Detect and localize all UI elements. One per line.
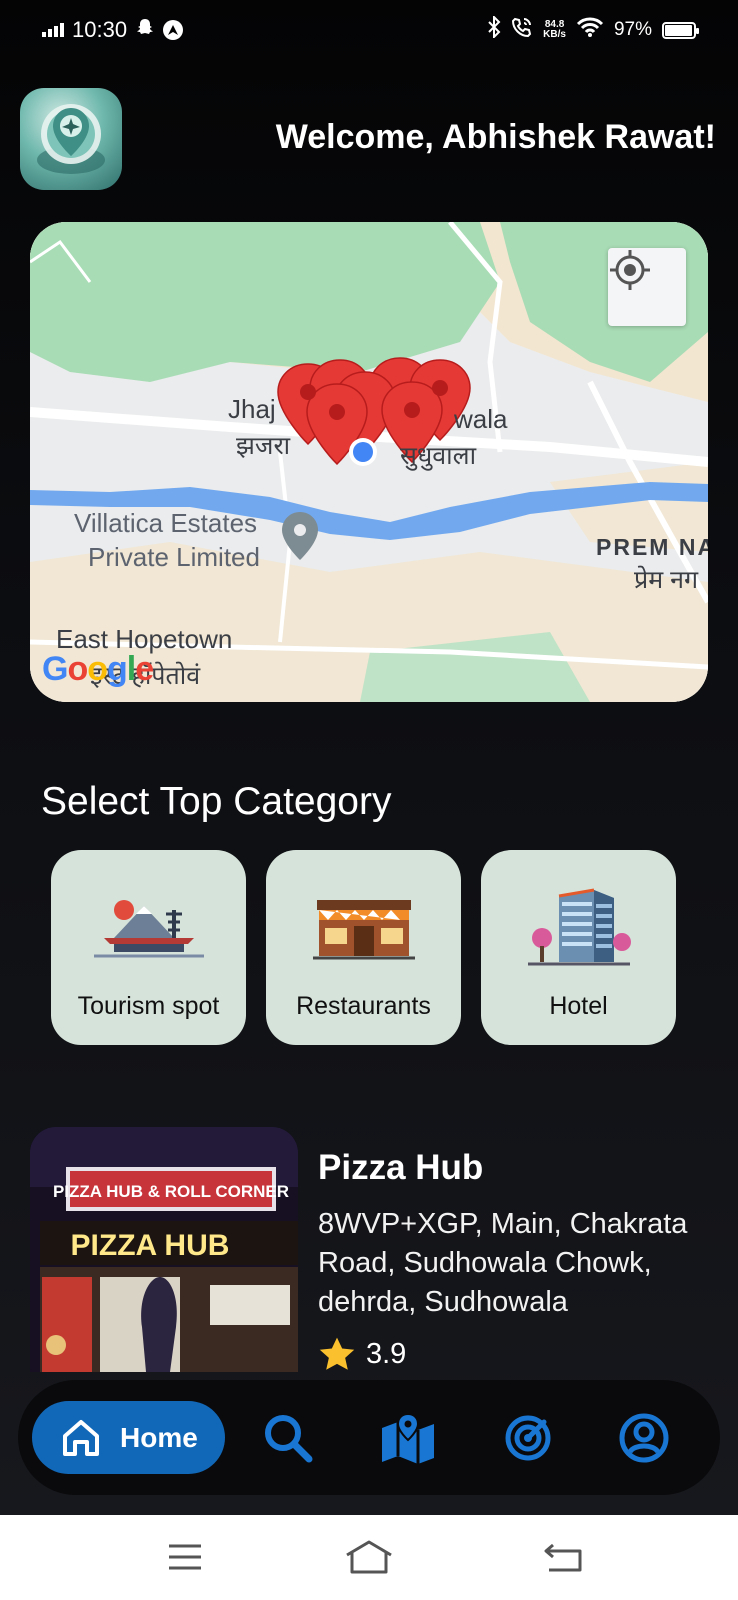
place-sign-top: PIZZA HUB & ROLL CORNER bbox=[53, 1182, 289, 1201]
nav-search-button[interactable] bbox=[260, 1410, 316, 1466]
battery-percentage: 97% bbox=[613, 19, 652, 40]
nav-home-button[interactable]: Home bbox=[32, 1401, 225, 1474]
profile-icon bbox=[619, 1413, 669, 1463]
bluetooth-icon bbox=[487, 14, 501, 44]
status-bar: 10:30 84.8 KB/s 97% bbox=[0, 0, 738, 60]
hotel-building-icon bbox=[527, 888, 631, 966]
wifi-calling-icon bbox=[511, 16, 533, 44]
map-label: झजरा bbox=[236, 432, 291, 460]
category-section-title: Select Top Category bbox=[41, 780, 392, 823]
star-icon bbox=[319, 1337, 355, 1370]
google-logo: Google bbox=[42, 650, 154, 688]
place-image[interactable]: PIZZA HUB & ROLL CORNER PIZZA HUB bbox=[30, 1127, 298, 1372]
place-address: 8WVP+XGP, Main, Chakrata Road, Sudhowala… bbox=[318, 1208, 688, 1318]
home-icon bbox=[346, 1540, 392, 1574]
search-icon bbox=[265, 1415, 313, 1463]
map-icon bbox=[382, 1412, 434, 1464]
map-label: प्रेम नग bbox=[634, 566, 699, 594]
nav-radar-button[interactable] bbox=[500, 1410, 556, 1466]
restaurant-storefront-icon bbox=[312, 900, 415, 960]
status-time: 10:30 bbox=[72, 17, 128, 42]
my-location-icon bbox=[610, 250, 650, 290]
system-menu-button[interactable] bbox=[160, 1535, 210, 1579]
nav-map-button[interactable] bbox=[380, 1410, 436, 1466]
category-card-tourism[interactable]: Tourism spot bbox=[51, 850, 246, 1045]
wifi-icon bbox=[576, 16, 604, 44]
app-screen: 10:30 84.8 KB/s 97% Welcome, Abhishek Ra… bbox=[0, 0, 738, 1515]
place-sign-main: PIZZA HUB bbox=[71, 1229, 230, 1262]
navigation-icon bbox=[163, 20, 184, 40]
battery-icon bbox=[662, 21, 699, 39]
map-view[interactable]: Jhaj झजरा wala सुधुवाला Villatica Estate… bbox=[30, 222, 708, 702]
bottom-navigation: Home bbox=[18, 1380, 720, 1495]
snapchat-icon bbox=[135, 17, 155, 43]
category-card-restaurants[interactable]: Restaurants bbox=[266, 850, 461, 1045]
category-label: Tourism spot bbox=[77, 992, 220, 1020]
place-name[interactable]: Pizza Hub bbox=[318, 1148, 483, 1188]
map-label: Jhaj bbox=[228, 394, 276, 424]
menu-icon bbox=[169, 1544, 201, 1570]
radar-icon bbox=[505, 1415, 551, 1461]
rating-value: 3.9 bbox=[366, 1337, 407, 1370]
nav-profile-button[interactable] bbox=[616, 1410, 672, 1466]
map-label: Private Limited bbox=[88, 542, 260, 572]
back-icon bbox=[544, 1543, 582, 1572]
system-home-button[interactable] bbox=[344, 1535, 394, 1579]
app-logo[interactable] bbox=[20, 88, 122, 190]
map-label: सुधुवाला bbox=[400, 442, 477, 470]
category-label: Hotel bbox=[549, 992, 608, 1020]
map-label: PREM NA bbox=[596, 534, 708, 560]
welcome-message: Welcome, Abhishek Rawat! bbox=[275, 118, 716, 156]
place-rating: 3.9 bbox=[318, 1336, 406, 1372]
airplane-location-icon bbox=[37, 104, 105, 174]
home-icon bbox=[63, 1419, 99, 1456]
system-navigation-bar bbox=[0, 1515, 738, 1600]
category-card-hotel[interactable]: Hotel bbox=[481, 850, 676, 1045]
nav-home-label: Home bbox=[120, 1421, 198, 1453]
my-location-button[interactable] bbox=[608, 248, 686, 326]
network-speed: 84.8 KB/s bbox=[543, 19, 566, 40]
system-back-button[interactable] bbox=[538, 1535, 588, 1579]
map-label: Villatica Estates bbox=[74, 508, 258, 538]
signal-icon bbox=[42, 23, 64, 37]
category-label: Restaurants bbox=[296, 992, 431, 1020]
pagoda-landscape-icon bbox=[93, 900, 204, 958]
map-label: wala bbox=[454, 404, 508, 434]
